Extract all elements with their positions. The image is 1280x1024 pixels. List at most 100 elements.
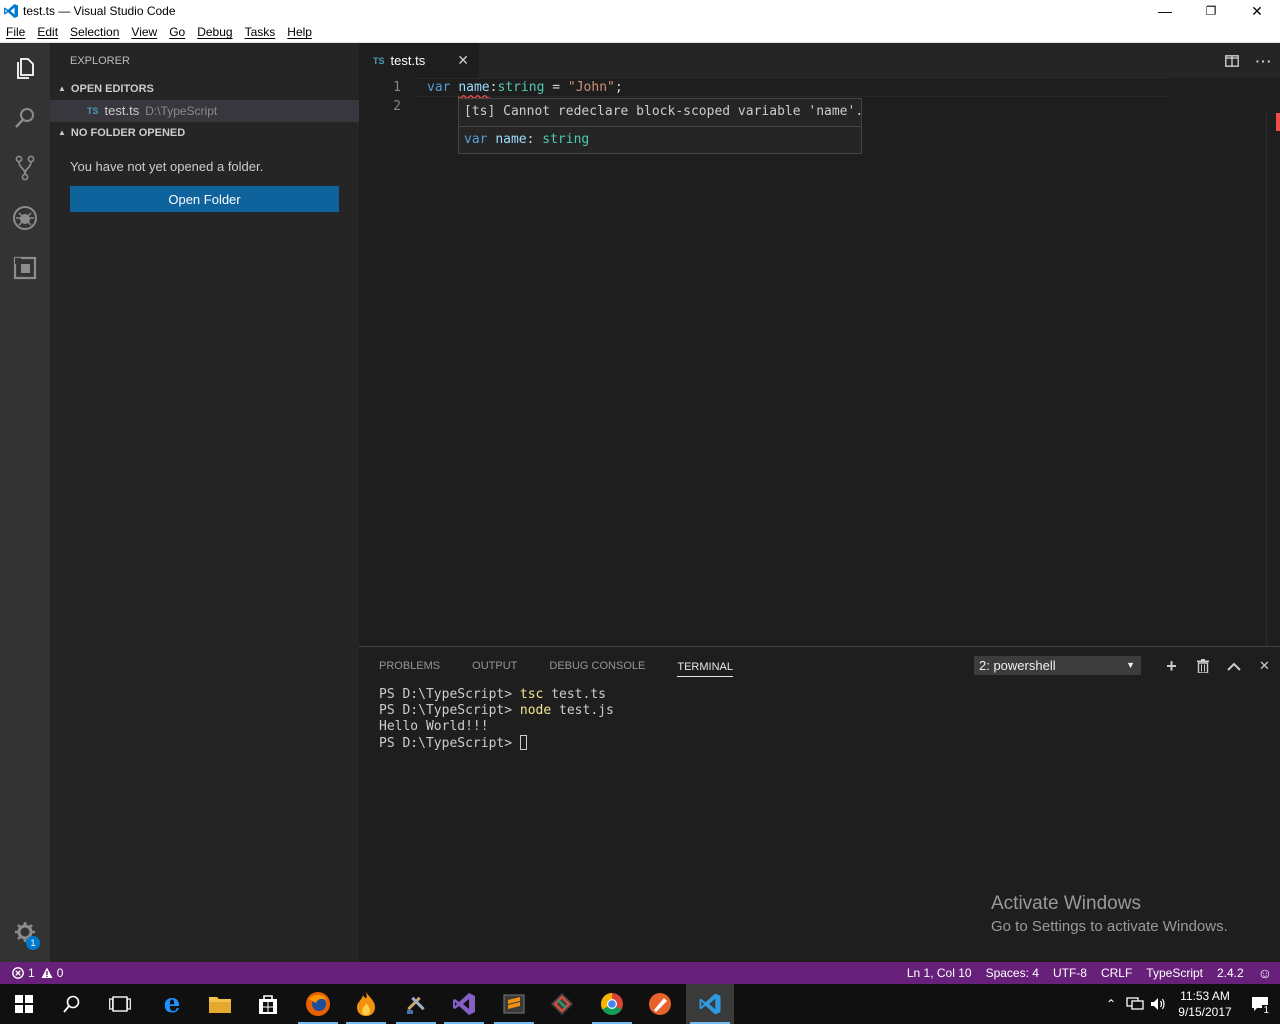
action-center-button[interactable]: 1 — [1240, 984, 1280, 1024]
editor-tabs: TS test.ts ✕ ··· — [359, 43, 1280, 78]
feedback-smiley-icon[interactable]: ☺ — [1258, 965, 1272, 981]
debug-activity[interactable] — [0, 193, 50, 243]
terminal-line: PS D:\TypeScript> node test.js — [379, 703, 614, 719]
taskbar-pen-app[interactable] — [636, 984, 684, 1024]
tab-debug-console[interactable]: DEBUG CONSOLE — [549, 647, 645, 684]
search-icon — [15, 108, 34, 128]
restore-button[interactable]: ❐ — [1188, 0, 1234, 22]
terminal-select[interactable]: 2: powershell ▼ — [974, 656, 1141, 675]
taskbar-app-flame[interactable] — [342, 984, 390, 1024]
status-bar: 1 0 Ln 1, Col 10 Spaces: 4 UTF-8 CRLF Ty… — [0, 962, 1280, 984]
split-editor-button[interactable] — [1216, 43, 1248, 78]
more-actions-button[interactable]: ··· — [1248, 43, 1280, 78]
folder-icon — [209, 997, 231, 1013]
collapse-triangle-icon: ▲ — [58, 84, 66, 93]
network-icon[interactable] — [1126, 997, 1144, 1011]
open-folder-button[interactable]: Open Folder — [70, 186, 339, 212]
language-mode[interactable]: TypeScript — [1146, 966, 1203, 980]
menu-debug[interactable]: Debug — [191, 25, 238, 39]
pen-icon — [649, 993, 671, 1015]
close-panel-button[interactable]: ✕ — [1249, 656, 1280, 676]
taskbar-tools[interactable] — [392, 984, 440, 1024]
taskbar-firefox[interactable] — [294, 984, 342, 1024]
source-control-activity[interactable] — [0, 143, 50, 193]
flame-icon — [357, 992, 375, 1016]
open-editors-header[interactable]: ▲ OPEN EDITORS — [50, 78, 359, 100]
typescript-file-icon: TS — [373, 55, 385, 66]
line-ending[interactable]: CRLF — [1101, 966, 1132, 980]
terminal-output[interactable]: PS D:\TypeScript> tsc test.ts PS D:\Type… — [379, 687, 614, 751]
open-editor-name: test.ts — [104, 103, 140, 118]
no-folder-header[interactable]: ▲ NO FOLDER OPENED — [50, 122, 359, 144]
tab-output[interactable]: OUTPUT — [472, 647, 517, 684]
menu-go[interactable]: Go — [163, 25, 191, 39]
taskbar-vscode[interactable] — [686, 984, 734, 1024]
close-tab-icon[interactable]: ✕ — [457, 52, 469, 69]
taskbar-search-button[interactable] — [48, 984, 96, 1024]
watermark-title: Activate Windows — [991, 893, 1141, 914]
editor-group: TS test.ts ✕ ··· 1 var name:string = "Jo… — [359, 43, 1280, 681]
open-editor-path: D:\TypeScript — [145, 104, 218, 118]
kill-terminal-button[interactable] — [1187, 656, 1218, 676]
activation-watermark: Activate Windows Go to Settings to activ… — [991, 893, 1228, 935]
search-activity[interactable] — [0, 93, 50, 143]
typescript-version[interactable]: 2.4.2 — [1217, 966, 1244, 980]
menu-tasks[interactable]: Tasks — [239, 25, 282, 39]
taskbar-visual-studio[interactable] — [440, 984, 488, 1024]
terminal-line: PS D:\TypeScript> — [379, 735, 614, 751]
encoding[interactable]: UTF-8 — [1053, 966, 1087, 980]
task-view-button[interactable] — [96, 984, 144, 1024]
open-editor-item[interactable]: TS test.ts D:\TypeScript — [50, 100, 359, 122]
new-terminal-button[interactable]: + — [1156, 656, 1187, 676]
store-icon — [259, 995, 277, 1014]
chevron-up-icon — [1226, 662, 1241, 671]
menu-selection[interactable]: Selection — [64, 25, 125, 39]
ellipsis-icon: ··· — [1255, 52, 1273, 69]
explorer-activity[interactable] — [0, 43, 50, 93]
indentation[interactable]: Spaces: 4 — [986, 966, 1039, 980]
taskbar-git[interactable] — [538, 984, 586, 1024]
taskbar-chrome[interactable] — [588, 984, 636, 1024]
terminal-prompt: PS D:\TypeScript> — [379, 703, 513, 718]
taskbar-sublime[interactable] — [490, 984, 538, 1024]
collapse-triangle-icon: ▲ — [58, 128, 66, 137]
terminal-command: tsc — [519, 687, 544, 702]
extensions-activity[interactable] — [0, 243, 50, 293]
plus-icon: + — [1166, 655, 1177, 676]
tab-test-ts[interactable]: TS test.ts ✕ — [359, 43, 479, 78]
problems-status[interactable]: 1 0 — [12, 962, 63, 984]
notification-count: 1 — [1262, 1005, 1270, 1016]
no-folder-message: You have not yet opened a folder. — [70, 159, 264, 174]
code-token: "John" — [567, 80, 615, 95]
taskbar-edge[interactable]: e — [148, 984, 196, 1024]
error-icon — [12, 967, 24, 979]
warning-count: 0 — [56, 966, 64, 980]
editor-scrollbar[interactable] — [1266, 113, 1280, 681]
code-editor[interactable]: 1 var name:string = "John"; 2 [ts] Canno… — [359, 78, 1280, 681]
terminal-argument: test.ts — [551, 687, 606, 702]
title-bar: test.ts — Visual Studio Code — ❐ ✕ — [0, 0, 1280, 22]
manage-activity[interactable]: 1 — [0, 912, 50, 952]
menu-view[interactable]: View — [125, 25, 163, 39]
close-window-button[interactable]: ✕ — [1234, 0, 1280, 22]
menu-file[interactable]: File — [0, 25, 31, 39]
maximize-panel-button[interactable] — [1218, 656, 1249, 676]
taskbar-file-explorer[interactable] — [196, 984, 244, 1024]
settings-badge: 1 — [26, 936, 40, 950]
cursor-position[interactable]: Ln 1, Col 10 — [907, 966, 972, 980]
menu-edit[interactable]: Edit — [31, 25, 64, 39]
hover-sig-type: string — [542, 132, 590, 147]
trash-icon — [1196, 659, 1209, 673]
tab-problems[interactable]: PROBLEMS — [379, 647, 440, 684]
watermark-subtitle: Go to Settings to activate Windows. — [991, 918, 1228, 935]
taskbar-clock[interactable]: 11:53 AM 9/15/2017 — [1170, 988, 1240, 1020]
warning-icon — [41, 967, 53, 978]
terminal-select-value: 2: powershell — [979, 658, 1056, 673]
start-button[interactable] — [0, 984, 48, 1024]
minimize-button[interactable]: — — [1142, 0, 1188, 22]
show-hidden-icons-icon[interactable]: ⌃ — [1106, 997, 1116, 1011]
taskbar-store[interactable] — [244, 984, 292, 1024]
tab-terminal[interactable]: TERMINAL — [677, 655, 733, 677]
volume-icon[interactable] — [1150, 997, 1166, 1011]
menu-help[interactable]: Help — [281, 25, 318, 39]
